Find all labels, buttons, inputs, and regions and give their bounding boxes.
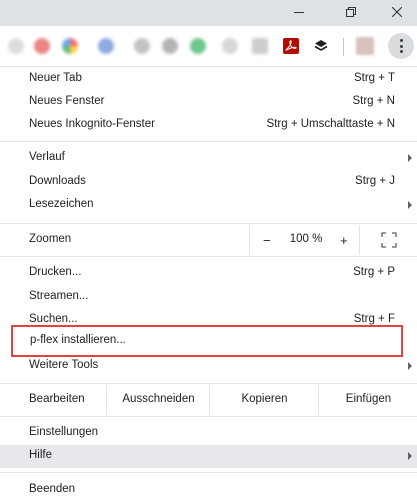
- menu-item-print[interactable]: Drucken... Strg + P: [0, 262, 417, 285]
- minimize-button[interactable]: [279, 0, 319, 26]
- paste-button[interactable]: Einfügen: [318, 385, 417, 415]
- menu-item-label: Drucken...: [29, 266, 82, 278]
- menu-item-shortcut: Strg + T: [353, 72, 395, 84]
- cut-button[interactable]: Ausschneiden: [106, 385, 210, 415]
- menu-item-label: Einstellungen: [29, 426, 99, 438]
- menu-divider: [0, 256, 417, 257]
- zoom-controls: − 100 % +: [249, 225, 360, 255]
- menu-item-label: Neuer Tab: [29, 72, 82, 84]
- menu-item-label: p-flex installieren...: [30, 334, 126, 346]
- window-title-bar: [0, 0, 417, 26]
- menu-divider: [0, 416, 417, 417]
- menu-item-shortcut: Strg + N: [352, 95, 395, 107]
- menu-item-more-tools[interactable]: Weitere Tools: [0, 355, 417, 378]
- menu-item-shortcut: Strg + F: [353, 313, 395, 325]
- menu-divider: [0, 223, 417, 224]
- zoom-row: Zoomen − 100 % +: [0, 225, 417, 255]
- submenu-arrow-icon: [408, 452, 412, 460]
- copy-button[interactable]: Kopieren: [209, 385, 319, 415]
- menu-item-label: Neues Fenster: [29, 95, 105, 107]
- copy-button-label: Kopieren: [241, 393, 288, 405]
- extension-icon-gray[interactable]: [134, 38, 150, 54]
- extension-icon-gray-2[interactable]: [162, 38, 178, 54]
- extension-icon-blue[interactable]: [98, 38, 114, 54]
- menu-item-downloads[interactable]: Downloads Strg + J: [0, 171, 417, 194]
- extension-icon-light-gray[interactable]: [222, 38, 238, 54]
- menu-item-settings[interactable]: Einstellungen: [0, 422, 417, 445]
- zoom-level: 100 %: [289, 233, 323, 245]
- menu-item-shortcut: Strg + P: [353, 266, 395, 278]
- menu-item-label: Hilfe: [29, 449, 53, 461]
- toolbar-separator: [343, 38, 344, 56]
- submenu-arrow-icon: [408, 362, 412, 370]
- menu-item-install-app-highlighted[interactable]: p-flex installieren...: [11, 325, 403, 357]
- menu-item-new-tab[interactable]: Neuer Tab Strg + T: [0, 68, 417, 91]
- browser-toolbar: [0, 26, 417, 67]
- menu-item-label: Weitere Tools: [29, 359, 99, 371]
- close-icon: [392, 7, 402, 17]
- menu-item-shortcut: Strg + Umschalttaste + N: [266, 118, 395, 130]
- adobe-pdf-icon[interactable]: [283, 38, 299, 54]
- menu-divider: [0, 141, 417, 142]
- zoom-out-button[interactable]: −: [263, 233, 271, 248]
- menu-item-label: Neues Inkognito-Fenster: [29, 118, 155, 130]
- cut-button-label: Ausschneiden: [122, 393, 195, 405]
- paste-button-label: Einfügen: [345, 393, 392, 405]
- zoom-in-button[interactable]: +: [340, 233, 348, 248]
- menu-item-new-window[interactable]: Neues Fenster Strg + N: [0, 91, 417, 114]
- menu-item-label: Downloads: [29, 175, 86, 187]
- extension-icon-multicolor[interactable]: [62, 38, 78, 54]
- restore-icon: [346, 7, 356, 17]
- extension-icon-red[interactable]: [34, 38, 50, 54]
- edit-row: Bearbeiten Ausschneiden Kopieren Einfüge…: [0, 385, 417, 415]
- close-window-button[interactable]: [377, 0, 417, 26]
- menu-item-bookmarks[interactable]: Lesezeichen: [0, 194, 417, 217]
- menu-divider: [0, 472, 417, 473]
- edit-label: Bearbeiten: [29, 393, 85, 405]
- menu-item-label: Verlauf: [29, 151, 65, 163]
- menu-item-history[interactable]: Verlauf: [0, 147, 417, 170]
- submenu-arrow-icon: [408, 201, 412, 209]
- menu-item-label: Lesezeichen: [29, 198, 94, 210]
- extension-icon-green[interactable]: [190, 38, 206, 54]
- menu-divider: [0, 383, 417, 384]
- zoom-label: Zoomen: [29, 233, 72, 245]
- submenu-arrow-icon: [408, 154, 412, 162]
- chrome-main-menu: Neuer Tab Strg + T Neues Fenster Strg + …: [0, 66, 417, 501]
- menu-button[interactable]: [388, 33, 414, 59]
- extension-icon-arrow[interactable]: [252, 38, 268, 54]
- minimize-icon: [294, 12, 304, 13]
- layers-icon[interactable]: [313, 38, 329, 54]
- menu-item-label: Streamen...: [29, 290, 89, 302]
- fullscreen-icon[interactable]: [381, 232, 397, 248]
- profile-avatar[interactable]: [356, 37, 374, 55]
- menu-item-label: Suchen...: [29, 313, 78, 325]
- menu-item-new-incognito-window[interactable]: Neues Inkognito-Fenster Strg + Umschaltt…: [0, 114, 417, 137]
- menu-item-help[interactable]: Hilfe: [0, 445, 417, 468]
- extension-icon-partial[interactable]: [8, 38, 24, 54]
- menu-item-quit[interactable]: Beenden: [0, 479, 417, 502]
- menu-item-label: Beenden: [29, 483, 76, 495]
- menu-item-cast[interactable]: Streamen...: [0, 286, 417, 309]
- restore-button[interactable]: [331, 0, 371, 26]
- menu-item-shortcut: Strg + J: [355, 175, 395, 187]
